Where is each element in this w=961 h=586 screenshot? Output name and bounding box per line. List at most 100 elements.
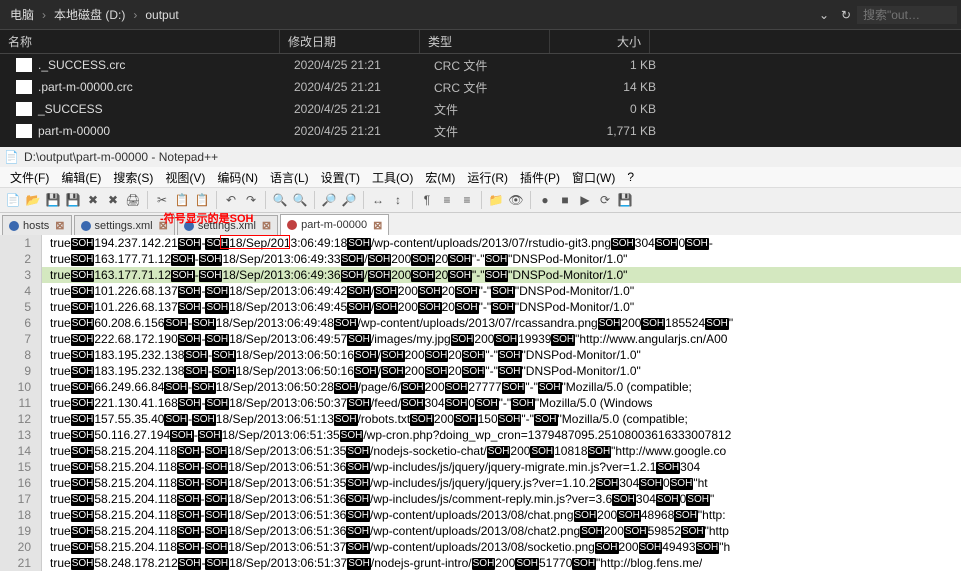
new-icon[interactable]: 📄 <box>4 191 22 209</box>
col-date[interactable]: 修改日期 <box>280 30 420 53</box>
close-tab-icon[interactable]: ⊠ <box>55 219 64 232</box>
menu-item[interactable]: 设置(T) <box>315 169 366 186</box>
undo-icon[interactable]: ↶ <box>222 191 240 209</box>
menu-item[interactable]: 宏(M) <box>419 169 461 186</box>
dropdown-icon[interactable]: ⌄ <box>813 8 835 22</box>
soh-char: SOH <box>198 430 222 442</box>
code-line[interactable]: 19trueSOH58.215.204.118SOH-SOH18/Sep/201… <box>0 523 961 539</box>
menubar[interactable]: 文件(F)编辑(E)搜索(S)视图(V)编码(N)语言(L)设置(T)工具(O)… <box>0 167 961 187</box>
code-line[interactable]: 20trueSOH58.215.204.118SOH-SOH18/Sep/201… <box>0 539 961 555</box>
menu-item[interactable]: 编辑(E) <box>55 169 107 186</box>
code-line[interactable]: 4trueSOH101.226.68.137SOH-SOH18/Sep/2013… <box>0 283 961 299</box>
print-icon[interactable]: 🖨 <box>124 191 142 209</box>
code-line[interactable]: 3trueSOH163.177.71.12SOH-SOH18/Sep/2013:… <box>0 267 961 283</box>
code-line[interactable]: 11trueSOH221.130.41.168SOH-SOH18/Sep/201… <box>0 395 961 411</box>
indent-icon[interactable]: ≡ <box>438 191 456 209</box>
code-line[interactable]: 8trueSOH183.195.232.138SOH-SOH18/Sep/201… <box>0 347 961 363</box>
refresh-icon[interactable]: ↻ <box>835 8 857 22</box>
soh-char: SOH <box>199 270 223 282</box>
address-bar[interactable]: 电脑 › 本地磁盘 (D:) › output ⌄ ↻ <box>0 0 961 30</box>
monitor-icon[interactable]: 👁 <box>507 191 525 209</box>
zoomin-icon[interactable]: 🔎 <box>320 191 338 209</box>
col-name[interactable]: 名称 <box>0 30 280 53</box>
menu-item[interactable]: ? <box>621 170 640 184</box>
code-line[interactable]: 15trueSOH58.215.204.118SOH-SOH18/Sep/201… <box>0 459 961 475</box>
closeall-icon[interactable]: ✖ <box>104 191 122 209</box>
code-line[interactable]: 6trueSOH60.208.6.156SOH-SOH18/Sep/2013:0… <box>0 315 961 331</box>
cut-icon[interactable]: ✂ <box>153 191 171 209</box>
save-icon[interactable]: 💾 <box>44 191 62 209</box>
editor-tab[interactable]: hosts⊠ <box>2 215 72 235</box>
menu-item[interactable]: 窗口(W) <box>566 169 621 186</box>
savemacro-icon[interactable]: 💾 <box>616 191 634 209</box>
breadcrumb-3[interactable]: output <box>139 4 184 26</box>
lang-icon[interactable]: ≡ <box>458 191 476 209</box>
redo-icon[interactable]: ↷ <box>242 191 260 209</box>
showchar-icon[interactable]: ¶ <box>418 191 436 209</box>
search-input[interactable] <box>857 6 957 24</box>
tab-bar[interactable]: hosts⊠settings.xml⊠settings.xml⊠part-m-0… <box>0 213 961 235</box>
menu-item[interactable]: 插件(P) <box>514 169 566 186</box>
play-icon[interactable]: ▶ <box>576 191 594 209</box>
editor-tab[interactable]: settings.xml⊠ <box>74 215 175 235</box>
menu-item[interactable]: 搜索(S) <box>107 169 159 186</box>
close-tab-icon[interactable]: ⊠ <box>373 219 382 232</box>
soh-char: SOH <box>686 494 710 506</box>
code-line[interactable]: 21trueSOH58.248.178.212SOH-SOH18/Sep/201… <box>0 555 961 571</box>
saveall-icon[interactable]: 💾 <box>64 191 82 209</box>
folder-icon[interactable]: 📁 <box>487 191 505 209</box>
breadcrumb-1[interactable]: 电脑 <box>4 4 40 26</box>
code-line[interactable]: 7trueSOH222.68.172.190SOH-SOH18/Sep/2013… <box>0 331 961 347</box>
file-type: CRC 文件 <box>434 79 564 96</box>
code-line[interactable]: 16trueSOH58.215.204.118SOH-SOH18/Sep/201… <box>0 475 961 491</box>
paste-icon[interactable]: 📋 <box>193 191 211 209</box>
col-type[interactable]: 类型 <box>420 30 550 53</box>
menu-item[interactable]: 工具(O) <box>366 169 419 186</box>
col-size[interactable]: 大小 <box>550 30 650 53</box>
close-icon[interactable]: ✖ <box>84 191 102 209</box>
sync-icon[interactable]: ↔ <box>369 191 387 209</box>
soh-char: SOH <box>354 350 378 362</box>
editor-tab[interactable]: settings.xml⊠ <box>177 215 278 235</box>
wrap-icon[interactable]: ↕ <box>389 191 407 209</box>
code-line[interactable]: 10trueSOH66.249.66.84SOH-SOH18/Sep/2013:… <box>0 379 961 395</box>
open-icon[interactable]: 📂 <box>24 191 42 209</box>
code-line[interactable]: 12trueSOH157.55.35.40SOH-SOH18/Sep/2013:… <box>0 411 961 427</box>
code-line[interactable]: 13trueSOH50.116.27.194SOH-SOH18/Sep/2013… <box>0 427 961 443</box>
replace-icon[interactable]: 🔍 <box>291 191 309 209</box>
line-number: 10 <box>0 379 42 395</box>
file-row[interactable]: .part-m-00000.crc2020/4/25 21:21CRC 文件14… <box>0 76 961 98</box>
repeat-icon[interactable]: ⟳ <box>596 191 614 209</box>
code-line[interactable]: 17trueSOH58.215.204.118SOH-SOH18/Sep/201… <box>0 491 961 507</box>
copy-icon[interactable]: 📋 <box>173 191 191 209</box>
breadcrumb-2[interactable]: 本地磁盘 (D:) <box>48 4 131 26</box>
code-line[interactable]: 1trueSOH194.237.142.21SOH-SOH18/Sep/2013… <box>0 235 961 251</box>
menu-item[interactable]: 语言(L) <box>264 169 315 186</box>
code-line[interactable]: 9trueSOH183.195.232.138SOH-SOH18/Sep/201… <box>0 363 961 379</box>
record-icon[interactable]: ● <box>536 191 554 209</box>
menu-item[interactable]: 视图(V) <box>159 169 211 186</box>
menu-item[interactable]: 编码(N) <box>211 169 264 186</box>
soh-char: SOH <box>192 382 216 394</box>
close-tab-icon[interactable]: ⊠ <box>262 219 271 232</box>
soh-char: SOH <box>462 350 486 362</box>
file-row[interactable]: part-m-000002020/4/25 21:21文件1,771 KB <box>0 120 961 142</box>
editor-tab[interactable]: part-m-00000⊠ <box>280 214 389 235</box>
line-number: 13 <box>0 427 42 443</box>
close-tab-icon[interactable]: ⊠ <box>159 219 168 232</box>
soh-char: SOH <box>596 478 620 490</box>
zoomout-icon[interactable]: 🔎 <box>340 191 358 209</box>
file-row[interactable]: _SUCCESS2020/4/25 21:21文件0 KB <box>0 98 961 120</box>
soh-char: SOH <box>71 462 95 474</box>
file-row[interactable]: ._SUCCESS.crc2020/4/25 21:21CRC 文件1 KB <box>0 54 961 76</box>
line-content: trueSOH58.215.204.118SOH-SOH18/Sep/2013:… <box>42 491 714 507</box>
code-line[interactable]: 14trueSOH58.215.204.118SOH-SOH18/Sep/201… <box>0 443 961 459</box>
code-line[interactable]: 2trueSOH163.177.71.12SOH-SOH18/Sep/2013:… <box>0 251 961 267</box>
code-line[interactable]: 5trueSOH101.226.68.137SOH-SOH18/Sep/2013… <box>0 299 961 315</box>
stop-icon[interactable]: ■ <box>556 191 574 209</box>
menu-item[interactable]: 运行(R) <box>461 169 514 186</box>
find-icon[interactable]: 🔍 <box>271 191 289 209</box>
code-line[interactable]: 18trueSOH58.215.204.118SOH-SOH18/Sep/201… <box>0 507 961 523</box>
editor[interactable]: 1trueSOH194.237.142.21SOH-SOH18/Sep/2013… <box>0 235 961 571</box>
menu-item[interactable]: 文件(F) <box>4 169 55 186</box>
